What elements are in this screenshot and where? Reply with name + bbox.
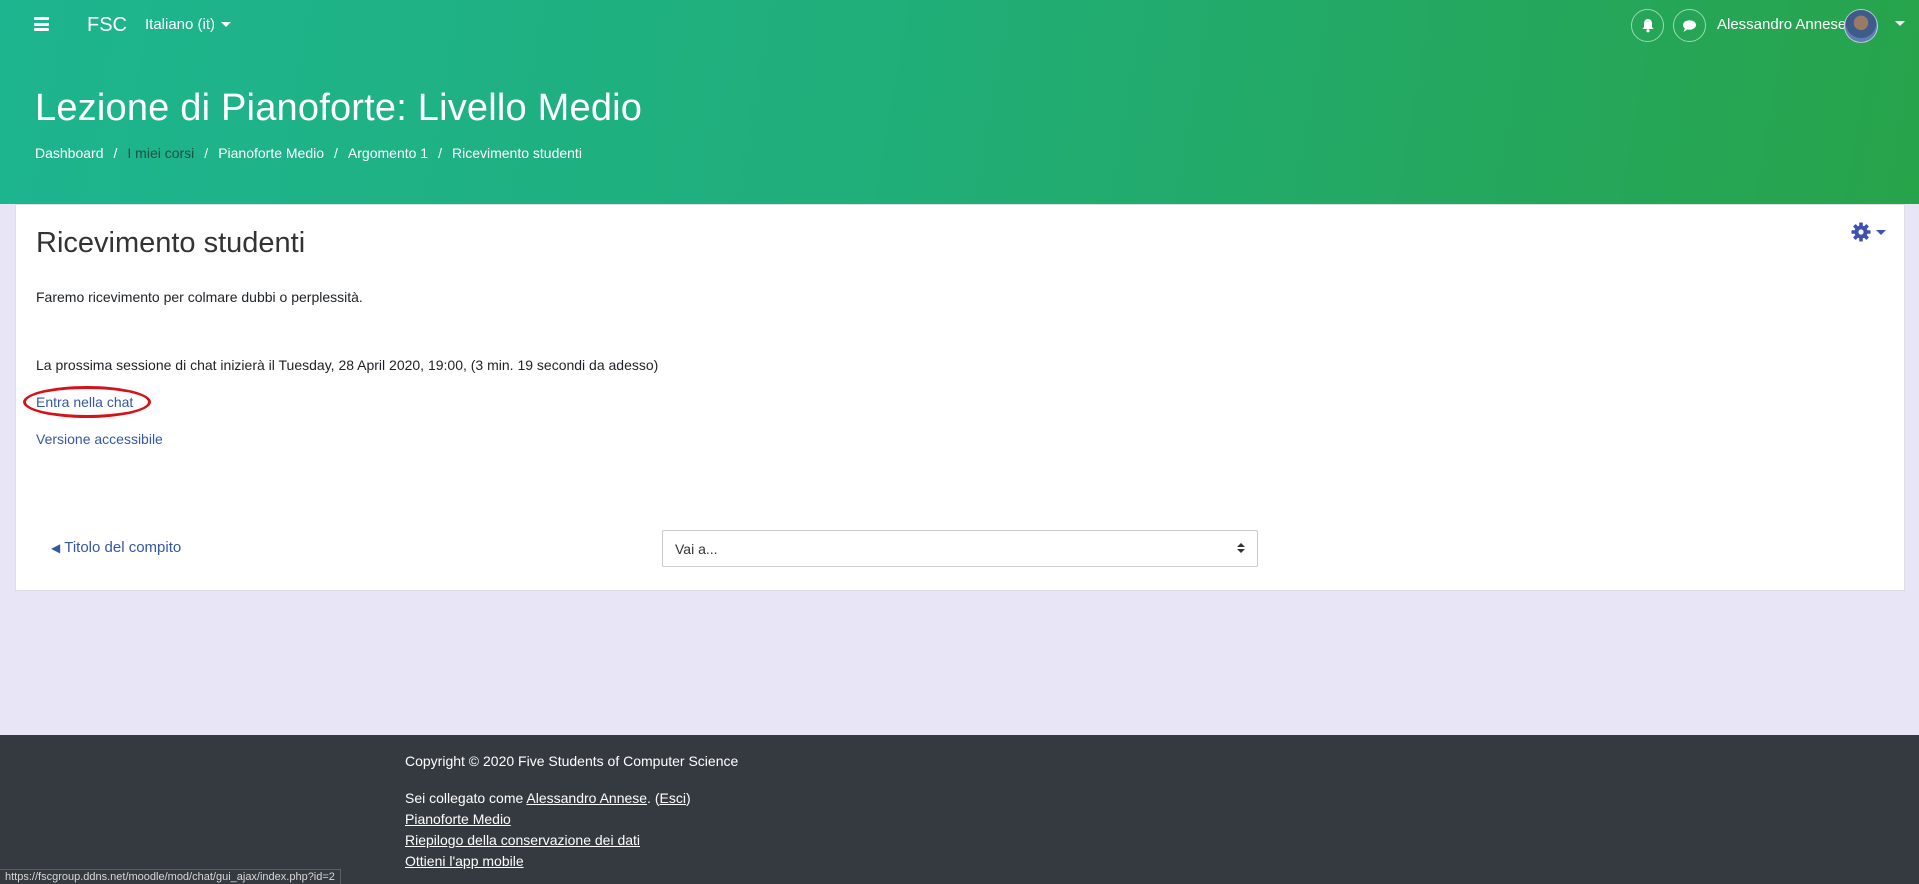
chevron-down-icon [221,22,232,27]
previous-activity-link[interactable]: ◀ Titolo del compito [51,539,181,556]
language-label: Italiano (it) [145,16,216,33]
breadcrumb-item-topic[interactable]: Argomento 1 [348,145,428,161]
logged-in-prefix: Sei collegato come [405,790,527,806]
jump-to-value: Vai a... [675,540,718,557]
breadcrumb-separator: / [334,145,338,161]
breadcrumb-separator: / [113,145,118,161]
previous-activity-label: Titolo del compito [64,539,182,556]
jump-to-select[interactable]: Vai a... [662,530,1258,567]
annotation-highlight [23,386,151,418]
logout-link[interactable]: Esci [660,790,686,806]
breadcrumb-item-my-courses[interactable]: I miei corsi [127,145,194,161]
gear-icon [1851,222,1871,242]
activity-intro: Faremo ricevimento per colmare dubbi o p… [36,289,363,305]
notifications-button[interactable] [1631,9,1664,42]
footer-mobile-app-link[interactable]: Ottieni l'app mobile [405,853,524,869]
navbar: FSC Italiano (it) Alessandro Annese [0,0,1919,50]
triangle-left-icon: ◀ [51,540,61,555]
site-brand[interactable]: FSC [87,14,127,37]
footer-logged-in: Sei collegato come Alessandro Annese. (E… [405,790,691,806]
breadcrumb-item-current[interactable]: Ricevimento studenti [452,145,582,161]
avatar[interactable] [1844,9,1878,43]
chevron-down-icon [1876,229,1886,235]
next-session-info: La prossima sessione di chat inizierà il… [36,357,659,373]
footer-user-link[interactable]: Alessandro Annese [526,790,647,806]
course-title: Lezione di Pianoforte: Livello Medio [35,87,643,129]
sort-arrows-icon [1237,543,1245,553]
breadcrumb-separator: / [204,145,209,161]
browser-status-url: https://fscgroup.ddns.net/moodle/mod/cha… [0,869,341,884]
activity-title: Ricevimento studenti [36,227,306,259]
bell-icon [1642,19,1653,33]
accessible-version-link[interactable]: Versione accessibile [36,431,163,447]
breadcrumb-item-dashboard[interactable]: Dashboard [35,145,104,161]
breadcrumb-separator: / [438,145,442,161]
chat-bubble-icon [1683,19,1696,32]
language-menu[interactable]: Italiano (it) [145,16,232,33]
settings-menu[interactable] [1851,222,1886,242]
breadcrumb: Dashboard / I miei corsi / Pianoforte Me… [35,145,582,161]
footer-course-link[interactable]: Pianoforte Medio [405,811,511,827]
footer-copyright: Copyright © 2020 Five Students of Comput… [405,753,739,769]
messages-button[interactable] [1673,9,1706,42]
chevron-down-icon[interactable] [1895,21,1905,26]
user-menu-name[interactable]: Alessandro Annese [1717,16,1846,33]
footer-data-retention-link[interactable]: Riepilogo della conservazione dei dati [405,832,640,848]
breadcrumb-item-course[interactable]: Pianoforte Medio [218,145,324,161]
page-footer: Copyright © 2020 Five Students of Comput… [0,735,1919,884]
hamburger-menu-icon[interactable] [34,17,49,31]
